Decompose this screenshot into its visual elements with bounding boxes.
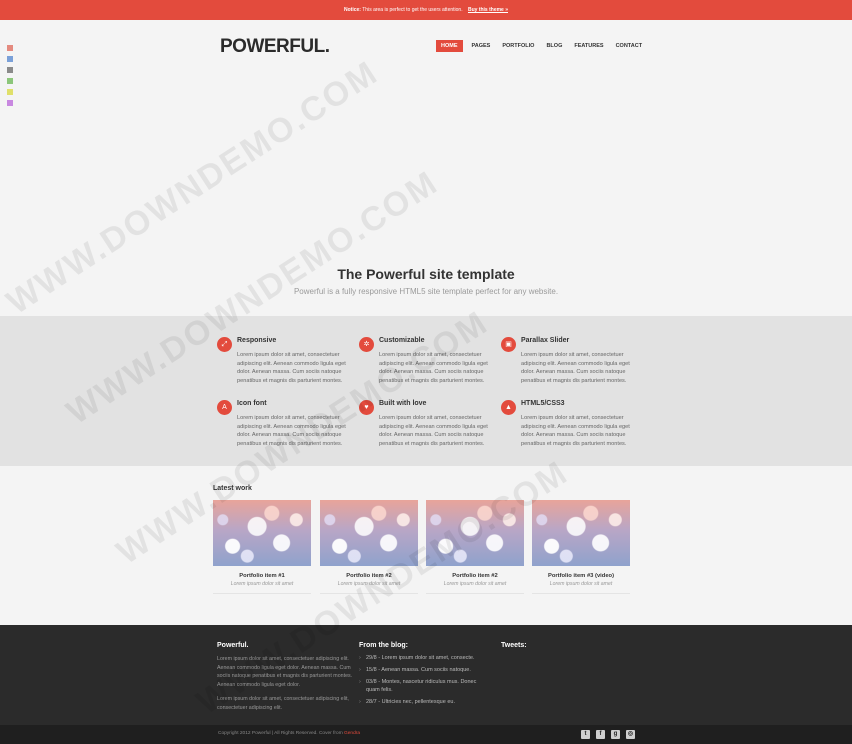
feature-text: Lorem ipsum dolor sit amet, consectetuer…: [237, 415, 346, 448]
nav-blog[interactable]: BLOG: [543, 40, 565, 52]
latest-work-title: Latest work: [213, 485, 252, 492]
color-swatch-gray[interactable]: [7, 67, 13, 73]
portfolio-thumbnail[interactable]: [532, 500, 630, 566]
divider: [426, 593, 524, 594]
arrows-icon: ⤢: [217, 337, 232, 352]
portfolio-title[interactable]: Portfolio item #2: [320, 573, 418, 579]
portfolio-subtitle: Lorem ipsum dolor sit amet: [337, 581, 401, 587]
color-swatch-purple[interactable]: [7, 100, 13, 106]
footer-about-text-2: Lorem ipsum dolor sit amet, consectetuer…: [217, 696, 349, 711]
color-swatch-blue[interactable]: [7, 56, 13, 62]
feature-text: Lorem ipsum dolor sit amet, consectetuer…: [379, 352, 488, 385]
notice-bar: Notice: This area is perfect to get the …: [0, 0, 852, 20]
blog-item[interactable]: › 29/8 - Lorem ipsum dolor sit amet, cons…: [359, 654, 489, 662]
color-swatch-green[interactable]: [7, 78, 13, 84]
nav-contact[interactable]: CONTACT: [613, 40, 645, 52]
color-switcher: [7, 45, 13, 111]
footer: Powerful. Lorem ipsum dolor sit amet, co…: [0, 625, 852, 725]
feature-title: Customizable: [379, 337, 425, 344]
portfolio-item[interactable]: Portfolio item #2 Lorem ipsum dolor sit …: [426, 500, 524, 594]
chevron-right-icon: ›: [359, 699, 361, 705]
feature-text: Lorem ipsum dolor sit amet, consectetuer…: [379, 415, 488, 448]
feature-title: Parallax Slider: [521, 337, 570, 344]
google-plus-icon[interactable]: g: [611, 730, 620, 739]
social-links: t f g ◎: [581, 730, 635, 739]
blog-item-text[interactable]: 29/8 - Lorem ipsum dolor sit amet, conse…: [366, 654, 475, 662]
gears-icon: ✲: [359, 337, 374, 352]
feature-text: Lorem ipsum dolor sit amet, consectetuer…: [521, 415, 630, 448]
portfolio-title[interactable]: Portfolio item #2: [426, 573, 524, 579]
html5-icon: ▲: [501, 400, 516, 415]
blog-item-text[interactable]: 03/8 - Montes, nascetur ridiculus mus. D…: [366, 678, 489, 694]
notice-label: Notice:: [343, 7, 361, 13]
nav-portfolio[interactable]: PORTFOLIO: [499, 40, 537, 52]
footer-tweets: Tweets:: [501, 642, 527, 649]
features-section: ⤢ Responsive Lorem ipsum dolor sit amet,…: [0, 316, 852, 466]
portfolio-thumbnail[interactable]: [213, 500, 311, 566]
footer-about: Powerful. Lorem ipsum dolor sit amet, co…: [217, 642, 353, 712]
portfolio-thumbnail[interactable]: [426, 500, 524, 566]
copyright-text: Copyright 2012 Powerful | All Rights Res…: [218, 731, 343, 736]
bottom-bar: Copyright 2012 Powerful | All Rights Res…: [0, 725, 852, 744]
blog-item-text[interactable]: 28/7 - Ultricies nec, pellentesque eu.: [366, 698, 455, 706]
nav-features[interactable]: FEATURES: [571, 40, 606, 52]
blog-item[interactable]: › 28/7 - Ultricies nec, pellentesque eu.: [359, 698, 489, 706]
blog-list: › 29/8 - Lorem ipsum dolor sit amet, cons…: [359, 654, 489, 706]
notice-text: This area is perfect to get the users at…: [362, 7, 463, 13]
dribbble-icon[interactable]: ◎: [626, 730, 635, 739]
portfolio-subtitle: Lorem ipsum dolor sit amet: [230, 581, 294, 587]
font-icon: A: [217, 400, 232, 415]
portfolio-thumbnail[interactable]: [320, 500, 418, 566]
feature-title: Built with love: [379, 400, 427, 407]
footer-about-text: Lorem ipsum dolor sit amet, consectetuer…: [217, 656, 353, 688]
portfolio-subtitle: Lorem ipsum dolor sit amet: [549, 581, 613, 587]
buy-theme-link[interactable]: Buy this theme »: [468, 7, 508, 13]
blog-item-text[interactable]: 15/8 - Aenean massa. Cum sociis natoque.: [366, 666, 471, 674]
footer-tweets-title: Tweets:: [501, 642, 527, 649]
footer-blog: From the blog: › 29/8 - Lorem ipsum dolor…: [359, 642, 489, 710]
portfolio-item[interactable]: Portfolio item #3 (video) Lorem ipsum do…: [532, 500, 630, 594]
facebook-icon[interactable]: f: [596, 730, 605, 739]
portfolio-title[interactable]: Portfolio item #3 (video): [532, 573, 630, 579]
copyright: Copyright 2012 Powerful | All Rights Res…: [218, 731, 360, 736]
image-icon: ▣: [501, 337, 516, 352]
footer-blog-title: From the blog:: [359, 642, 408, 649]
site-logo[interactable]: POWERFUL.: [220, 36, 330, 58]
divider: [213, 593, 311, 594]
chevron-right-icon: ›: [359, 667, 361, 673]
blog-item[interactable]: › 15/8 - Aenean massa. Cum sociis natoque…: [359, 666, 489, 674]
feature-title: Responsive: [237, 337, 277, 344]
divider: [532, 593, 630, 594]
chevron-right-icon: ›: [359, 679, 361, 685]
blog-item[interactable]: › 03/8 - Montes, nascetur ridiculus mus. …: [359, 678, 489, 694]
chevron-right-icon: ›: [359, 655, 361, 661]
portfolio-subtitle: Lorem ipsum dolor sit amet: [443, 581, 507, 587]
feature-text: Lorem ipsum dolor sit amet, consectetuer…: [237, 352, 346, 385]
portfolio-item[interactable]: Portfolio item #1 Lorem ipsum dolor sit …: [213, 500, 311, 594]
nav-pages[interactable]: PAGES: [469, 40, 494, 52]
nav-home[interactable]: HOME: [436, 40, 463, 52]
footer-about-title: Powerful.: [217, 642, 249, 649]
twitter-icon[interactable]: t: [581, 730, 590, 739]
color-swatch-red[interactable]: [7, 45, 13, 51]
feature-text: Lorem ipsum dolor sit amet, consectetuer…: [521, 352, 630, 385]
watermark: WWW.DOWNDEMO.COM: [0, 53, 385, 322]
main-nav: HOME PAGES PORTFOLIO BLOG FEATURES CONTA…: [436, 40, 645, 52]
portfolio-title[interactable]: Portfolio item #1: [213, 573, 311, 579]
portfolio-item[interactable]: Portfolio item #2 Lorem ipsum dolor sit …: [320, 500, 418, 594]
divider: [320, 593, 418, 594]
feature-title: HTML5/CSS3: [521, 400, 565, 407]
feature-title: Icon font: [237, 400, 267, 407]
hero-subtitle: Powerful is a fully responsive HTML5 sit…: [293, 287, 559, 296]
hero-title: The Powerful site template: [337, 266, 515, 282]
heart-icon: ♥: [359, 400, 374, 415]
cover-credit-link[interactable]: Gendra: [344, 731, 360, 736]
color-swatch-yellow[interactable]: [7, 89, 13, 95]
